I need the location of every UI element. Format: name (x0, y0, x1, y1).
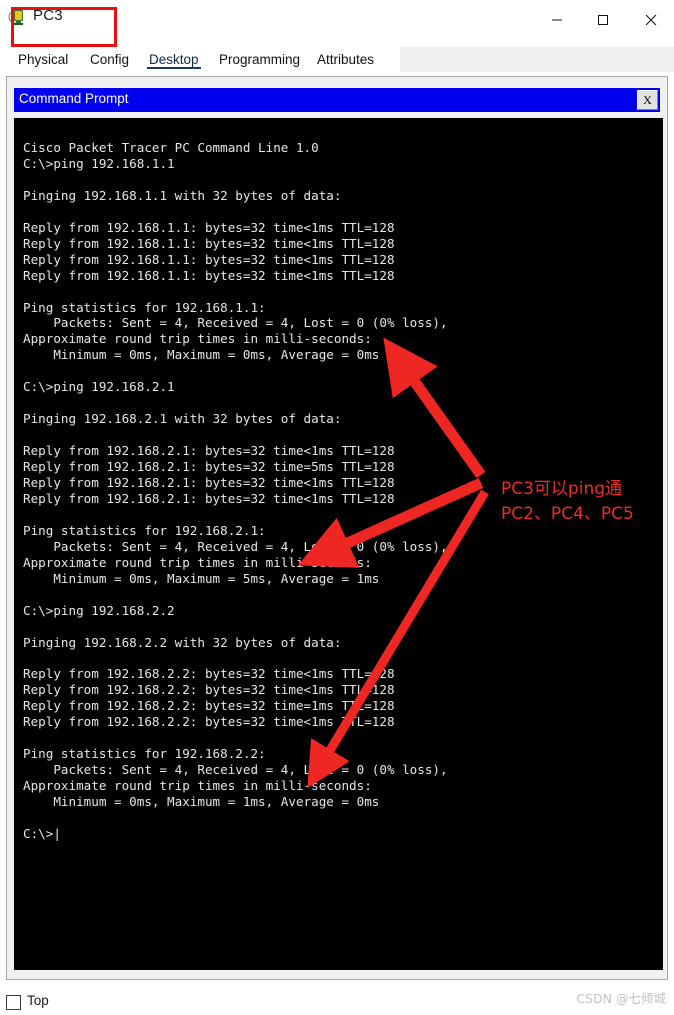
close-button[interactable] (628, 0, 674, 40)
csdn-watermark: CSDN @七倾城 (576, 991, 666, 1006)
tab-programming[interactable]: Programming (215, 47, 304, 72)
tab-physical[interactable]: Physical (14, 47, 72, 72)
minimize-button[interactable] (534, 0, 580, 40)
terminal-output-area[interactable]: Cisco Packet Tracer PC Command Line 1.0 … (14, 118, 663, 970)
tab-config[interactable]: Config (86, 47, 133, 72)
tab-strip: Physical Config Desktop Programming Attr… (0, 47, 674, 72)
tab-physical-label: Physical (18, 52, 69, 67)
window-titlebar: PC3 (0, 0, 674, 47)
tab-desktop-label: Desktop (149, 52, 199, 67)
command-prompt-close-button[interactable]: X (637, 90, 658, 110)
command-prompt-title: Command Prompt (19, 91, 129, 106)
terminal-text: Cisco Packet Tracer PC Command Line 1.0 … (23, 140, 448, 841)
top-checkbox-label: Top (27, 993, 49, 1008)
tab-programming-label: Programming (219, 52, 301, 67)
packet-tracer-pc-icon (8, 8, 28, 28)
window-title: PC3 (33, 7, 63, 24)
pc3-desktop-window: PC3 Physical Config Desktop Programming (0, 0, 674, 1015)
command-prompt-titlebar[interactable]: Command Prompt X (14, 88, 660, 112)
tab-attributes-label: Attributes (317, 52, 375, 67)
tab-config-label: Config (90, 52, 130, 67)
tab-desktop[interactable]: Desktop (145, 47, 203, 72)
tab-attributes[interactable]: Attributes (313, 47, 378, 72)
bottom-bar: Top CSDN @七倾城 (0, 980, 674, 1015)
maximize-button[interactable] (580, 0, 626, 40)
top-checkbox[interactable] (6, 995, 21, 1010)
